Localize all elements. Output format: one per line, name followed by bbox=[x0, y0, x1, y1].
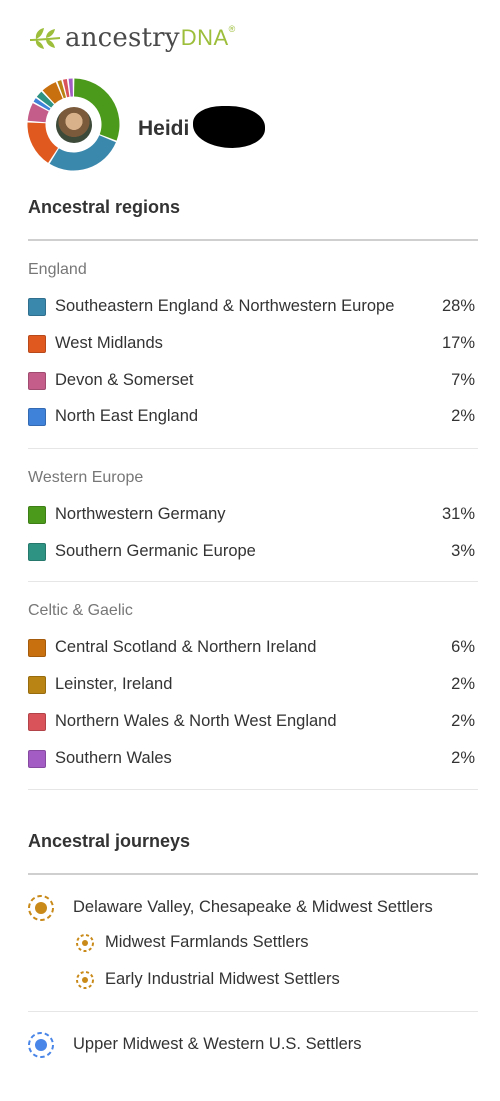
journey-label: Upper Midwest & Western U.S. Settlers bbox=[73, 1035, 362, 1053]
leaf-icon bbox=[29, 28, 61, 49]
region-row[interactable]: Southern Germanic Europe 3% bbox=[28, 540, 478, 564]
group-divider bbox=[28, 789, 478, 790]
region-percent: 2% bbox=[451, 749, 475, 767]
donut-segment bbox=[68, 78, 73, 97]
journey-marker-icon bbox=[28, 1032, 54, 1058]
region-color-swatch bbox=[28, 543, 46, 561]
journey-marker-icon bbox=[28, 895, 54, 921]
region-color-swatch bbox=[28, 335, 46, 353]
redaction-mark bbox=[193, 106, 265, 148]
region-name: Southern Germanic Europe bbox=[55, 542, 256, 560]
regions-divider bbox=[28, 239, 478, 241]
journey-item[interactable]: Upper Midwest & Western U.S. Settlers bbox=[27, 1031, 477, 1059]
region-row[interactable]: Devon & Somerset 7% bbox=[28, 369, 478, 393]
region-row[interactable]: West Midlands 17% bbox=[28, 332, 478, 356]
journey-sub-item[interactable]: Early Industrial Midwest Settlers bbox=[75, 970, 475, 998]
journey-sub-marker-icon bbox=[76, 934, 94, 952]
region-color-swatch bbox=[28, 298, 46, 316]
region-color-swatch bbox=[28, 408, 46, 426]
journey-label: Early Industrial Midwest Settlers bbox=[105, 970, 340, 988]
region-row[interactable]: Northwestern Germany 31% bbox=[28, 503, 478, 527]
region-row[interactable]: Leinster, Ireland 2% bbox=[28, 673, 478, 697]
region-name: Southern Wales bbox=[55, 749, 172, 767]
region-color-swatch bbox=[28, 750, 46, 768]
region-name: Central Scotland & Northern Ireland bbox=[55, 638, 317, 656]
ancestral-journeys-title: Ancestral journeys bbox=[28, 831, 191, 851]
logo-trademark: ® bbox=[228, 24, 236, 34]
group-title-western-europe: Western Europe bbox=[28, 469, 144, 486]
journey-item[interactable]: Delaware Valley, Chesapeake & Midwest Se… bbox=[27, 894, 477, 922]
region-percent: 31% bbox=[441, 505, 475, 523]
ancestry-dna-logo[interactable]: ancestry DNA ® bbox=[28, 22, 235, 54]
ethnicity-donut[interactable] bbox=[27, 78, 120, 171]
region-color-swatch bbox=[28, 639, 46, 657]
avatar bbox=[56, 107, 92, 143]
region-name: Southeastern England & Northwestern Euro… bbox=[55, 297, 395, 315]
region-row[interactable]: North East England 2% bbox=[28, 405, 478, 429]
region-color-swatch bbox=[28, 713, 46, 731]
region-percent: 2% bbox=[451, 675, 475, 693]
region-name: Devon & Somerset bbox=[55, 371, 194, 389]
region-name: North East England bbox=[55, 407, 199, 425]
journey-sub-item[interactable]: Midwest Farmlands Settlers bbox=[75, 933, 475, 961]
region-row[interactable]: Southeastern England & Northwestern Euro… bbox=[28, 295, 478, 319]
region-name: Northwestern Germany bbox=[55, 505, 226, 523]
region-color-swatch bbox=[28, 506, 46, 524]
region-row[interactable]: Southern Wales 2% bbox=[28, 747, 478, 771]
journey-label: Delaware Valley, Chesapeake & Midwest Se… bbox=[73, 898, 433, 916]
ancestral-regions-title: Ancestral regions bbox=[28, 197, 181, 217]
region-percent: 2% bbox=[451, 712, 475, 730]
group-title-england: England bbox=[28, 261, 87, 278]
region-name: Northern Wales & North West England bbox=[55, 712, 337, 730]
journey-label: Midwest Farmlands Settlers bbox=[105, 933, 309, 951]
journey-sub-marker-icon bbox=[76, 971, 94, 989]
region-percent: 6% bbox=[451, 638, 475, 656]
region-name: West Midlands bbox=[55, 334, 163, 352]
region-percent: 17% bbox=[441, 334, 475, 352]
region-percent: 28% bbox=[441, 297, 475, 315]
journey-divider bbox=[28, 1011, 478, 1012]
region-name: Leinster, Ireland bbox=[55, 675, 173, 693]
region-row[interactable]: Central Scotland & Northern Ireland 6% bbox=[28, 636, 478, 660]
journeys-divider bbox=[28, 873, 478, 875]
profile-name: Heidi bbox=[138, 117, 190, 140]
region-percent: 3% bbox=[451, 542, 475, 560]
region-row[interactable]: Northern Wales & North West England 2% bbox=[28, 710, 478, 734]
group-divider bbox=[28, 581, 478, 582]
group-divider bbox=[28, 448, 478, 449]
donut-segment bbox=[27, 122, 59, 163]
logo-dna-text: DNA bbox=[180, 25, 229, 50]
logo-wordmark: ancestry bbox=[65, 23, 180, 53]
region-color-swatch bbox=[28, 676, 46, 694]
region-percent: 7% bbox=[451, 371, 475, 389]
group-title-celtic-gaelic: Celtic & Gaelic bbox=[28, 602, 133, 619]
region-percent: 2% bbox=[451, 407, 475, 425]
region-color-swatch bbox=[28, 372, 46, 390]
